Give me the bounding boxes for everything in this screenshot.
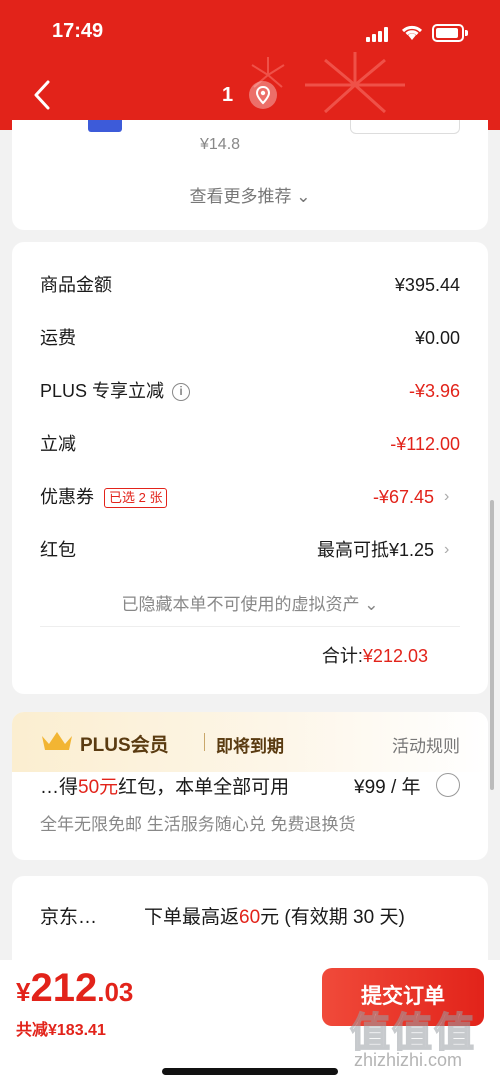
more-recommend-link[interactable]: 查看更多推荐 ⌄ [12, 182, 488, 207]
goods-amount-label: 商品金额 [40, 275, 112, 295]
divider [40, 626, 460, 627]
instant-discount-label: 立减 [40, 434, 76, 454]
nav-address-index[interactable]: 1 [222, 84, 233, 107]
goods-amount-row: 商品金额 ¥395.44 [40, 270, 460, 300]
watermark-logo: 值值值 zhizhizhi.com [349, 1010, 476, 1070]
instant-discount-row: 立减 -¥112.00 [40, 429, 460, 459]
jd-label: 京东… [40, 907, 98, 928]
location-pin-icon[interactable] [249, 81, 277, 109]
plus-title: PLUS会员 [80, 735, 169, 756]
plus-discount-row: PLUS 专享立减 i -¥3.96 [40, 376, 460, 406]
plus-rules-link[interactable]: 活动规则 [392, 732, 460, 757]
price-summary-card: 商品金额 ¥395.44 运费 ¥0.00 PLUS 专享立减 i -¥3.96 … [12, 242, 488, 694]
chevron-right-icon: › [444, 488, 450, 505]
red-packet-value: 最高可抵¥1.25 [316, 540, 434, 560]
total-label: 合计: [321, 646, 363, 666]
shipping-value: ¥0.00 [414, 328, 460, 348]
battery-icon [432, 24, 468, 42]
total-saved: 共减¥183.41 [16, 1022, 106, 1039]
plus-benefits: 全年无限免邮 生活服务随心兑 免费退换货 [40, 815, 356, 834]
wifi-icon [401, 25, 423, 40]
header: 17:49 1 [0, 0, 500, 130]
plus-price: ¥99 / 年 [354, 777, 421, 798]
pay-total: ¥212.03 [16, 966, 134, 1010]
info-icon[interactable]: i [172, 383, 191, 402]
hidden-assets-toggle[interactable]: 已隐藏本单不可使用的虚拟资产 ⌄ [12, 590, 488, 615]
scrollbar[interactable] [490, 500, 494, 790]
total-value: ¥212.03 [362, 646, 428, 666]
add-recommend-button[interactable] [350, 120, 460, 134]
shipping-row: 运费 ¥0.00 [40, 323, 460, 353]
red-packet-row[interactable]: 红包 最高可抵¥1.25 › [40, 535, 460, 565]
plus-select-radio[interactable] [436, 773, 460, 797]
plus-expire-status: 即将到期 [216, 737, 284, 756]
back-chevron-icon[interactable] [28, 78, 58, 112]
plus-offer: …得50元红包，本单全部可用 [40, 777, 290, 798]
recommend-card: ¥14.8 查看更多推荐 ⌄ [12, 120, 488, 230]
order-total: 合计:¥212.03 [322, 642, 428, 668]
plus-membership-card: PLUS会员 即将到期 活动规则 …得50元红包，本单全部可用 ¥99 / 年 … [12, 712, 488, 860]
chevron-right-icon: › [444, 541, 450, 558]
red-packet-label: 红包 [40, 540, 76, 560]
status-time: 17:49 [52, 20, 104, 42]
plus-discount-value: -¥3.96 [408, 381, 460, 401]
product-thumbnail[interactable] [88, 120, 122, 132]
instant-discount-value: -¥112.00 [390, 434, 460, 454]
home-indicator[interactable] [162, 1068, 338, 1075]
plus-discount-label: PLUS 专享立减 [40, 381, 165, 401]
status-bar: 17:49 [0, 0, 500, 64]
crown-icon [42, 732, 72, 750]
coupon-value: -¥67.45 [372, 487, 434, 507]
divider [204, 733, 205, 751]
coupon-selected-badge: 已选 2 张 [104, 488, 168, 509]
goods-amount-value: ¥395.44 [394, 275, 460, 295]
coupon-row[interactable]: 优惠券 已选 2 张 -¥67.45 › [40, 482, 460, 512]
jd-offer: 下单最高返60元 (有效期 30 天) [144, 907, 405, 928]
recommend-price: ¥14.8 [200, 136, 241, 153]
coupon-label: 优惠券 [40, 487, 94, 507]
shipping-label: 运费 [40, 328, 76, 348]
signal-icon [366, 26, 390, 42]
